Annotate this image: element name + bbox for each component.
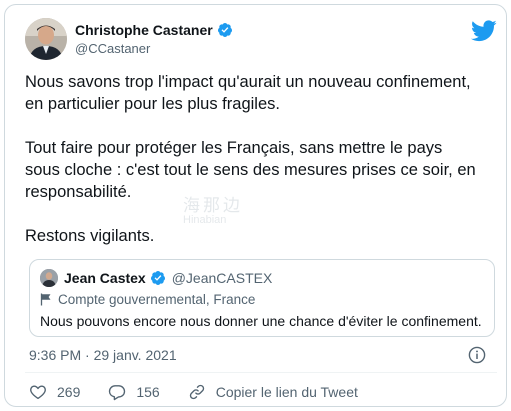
quoted-tweet[interactable]: Jean Castex @JeanCASTEX Compte gouvernem… — [29, 259, 495, 337]
like-action[interactable]: 269 — [29, 383, 80, 401]
copy-link-action[interactable]: Copier le lien du Tweet — [188, 383, 358, 401]
link-icon — [189, 384, 204, 400]
info-icon[interactable] — [468, 346, 486, 364]
reply-action[interactable]: 156 — [108, 383, 160, 401]
quoted-tweet-text: Nous pouvons encore nous donner une chan… — [40, 313, 482, 329]
quoted-author-avatar — [40, 269, 58, 287]
twitter-bird-icon[interactable] — [471, 20, 497, 42]
tweet-header: Christophe Castaner @CCastaner — [25, 18, 497, 62]
quoted-verified-badge-icon — [150, 271, 165, 285]
quoted-tweet-header: Jean Castex @JeanCASTEX — [40, 269, 272, 287]
author-names: Christophe Castaner @CCastaner — [75, 22, 233, 56]
quoted-author-handle: @JeanCASTEX — [171, 270, 273, 286]
author-handle[interactable]: @CCastaner — [75, 41, 233, 56]
government-account-label-text: Compte gouvernemental, France — [58, 292, 256, 307]
flag-icon — [40, 293, 51, 306]
quoted-author-name: Jean Castex — [64, 270, 146, 286]
like-count: 269 — [57, 384, 81, 400]
author-avatar[interactable] — [25, 18, 67, 60]
copy-link-label: Copier le lien du Tweet — [215, 384, 358, 400]
author-display-name[interactable]: Christophe Castaner — [75, 22, 213, 38]
tweet-embed-card: Christophe Castaner @CCastaner Nous savo… — [4, 4, 507, 407]
reply-icon — [109, 385, 126, 401]
reply-count: 156 — [136, 384, 160, 400]
watermark-cn-text: 海那边 — [183, 196, 243, 215]
hinabian-watermark: 海那边 Hinabian — [183, 191, 343, 231]
heart-icon — [30, 385, 46, 400]
verified-badge-icon — [217, 23, 232, 37]
watermark-en-text: Hinabian — [183, 214, 227, 226]
government-account-label: Compte gouvernemental, France — [40, 292, 255, 307]
tweet-timestamp[interactable]: 9:36 PM · 29 janv. 2021 — [29, 347, 177, 363]
tweet-actions-bar: 269 156 Copier le lien du Tweet — [29, 382, 386, 402]
divider — [25, 372, 497, 373]
